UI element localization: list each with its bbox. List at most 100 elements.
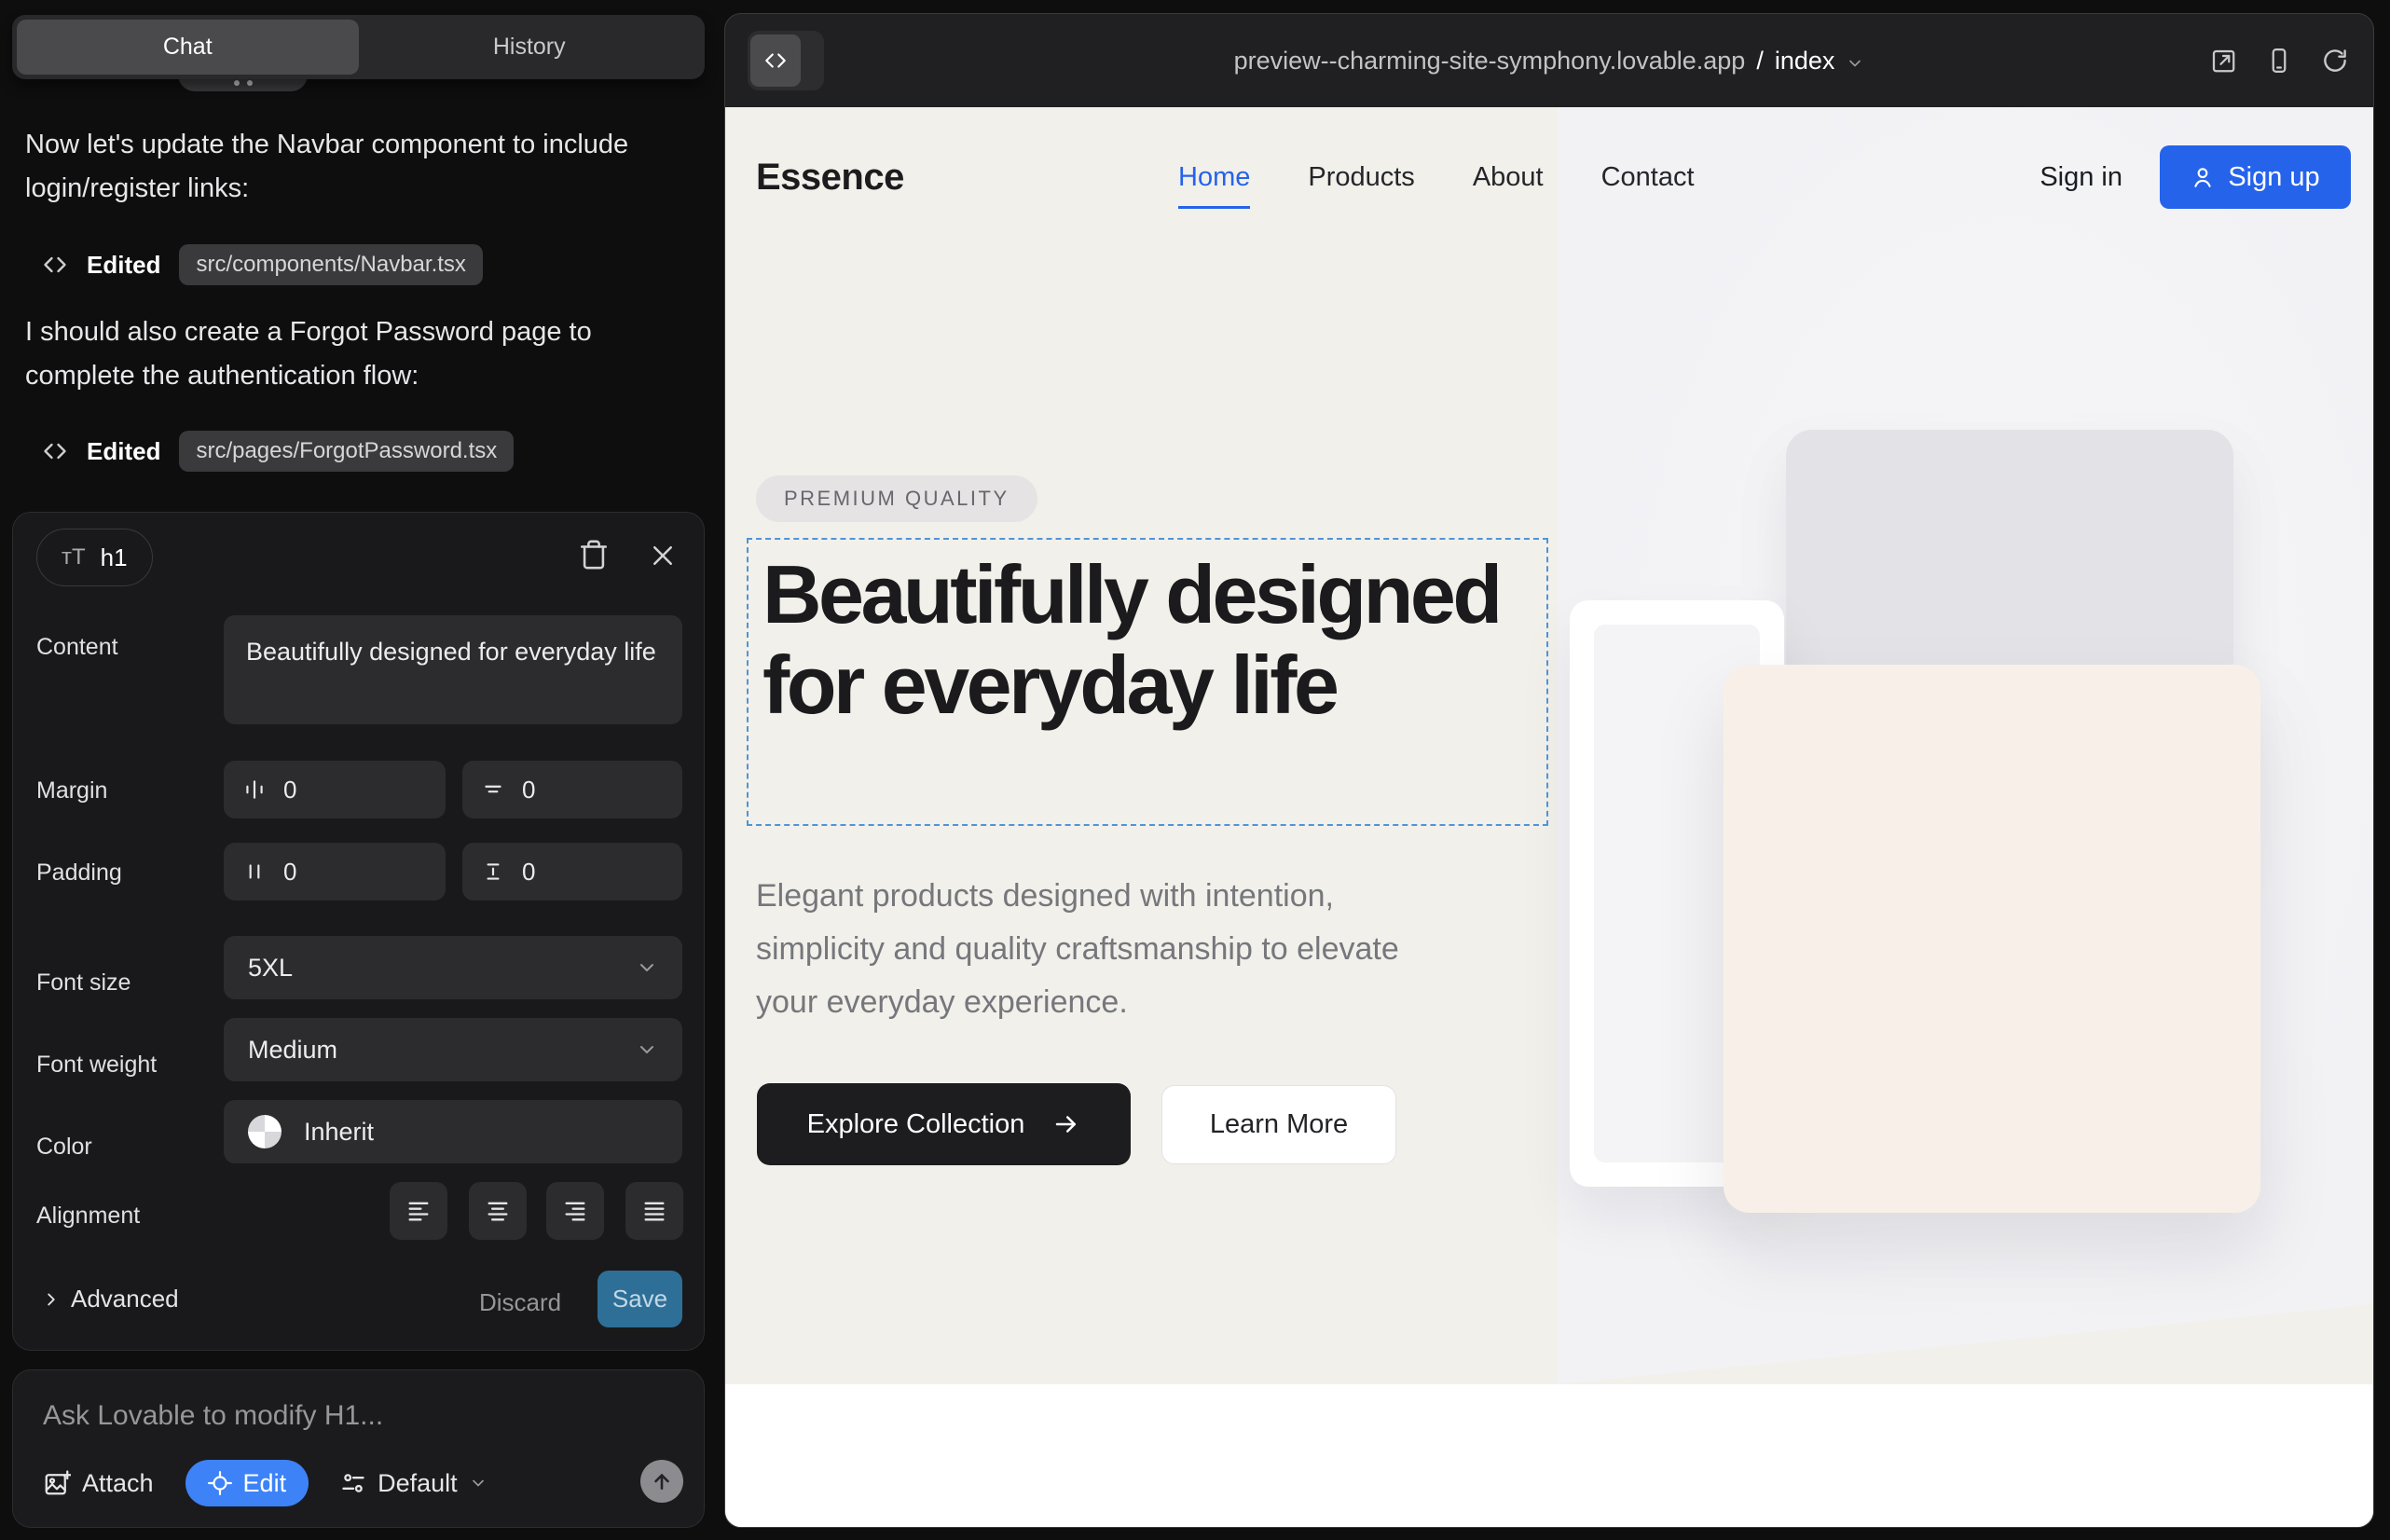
color-label: Color <box>36 1134 92 1161</box>
padding-x-input[interactable] <box>283 858 377 887</box>
nav-link-contact[interactable]: Contact <box>1601 162 1695 193</box>
selection-outline: Beautifully designed for everyday life <box>747 538 1548 826</box>
margin-vertical-icon <box>481 777 505 802</box>
element-editor-panel: тT h1 Content Beautifully designed for e… <box>12 512 705 1351</box>
preview-panel: preview--charming-site-symphony.lovable.… <box>724 13 2374 1528</box>
edit-label: Edit <box>243 1469 287 1498</box>
learn-more-button[interactable]: Learn More <box>1161 1085 1396 1164</box>
chevron-down-icon <box>636 956 658 979</box>
model-label: Default <box>378 1469 458 1498</box>
hero-paragraph: Elegant products designed with intention… <box>756 870 1464 1029</box>
content-input[interactable]: Beautifully designed for everyday life <box>224 615 682 724</box>
alignment-label: Alignment <box>36 1203 140 1230</box>
edited-file-row: Edited src/pages/ForgotPassword.tsx <box>42 431 514 472</box>
site-auth: Sign in Sign up <box>2040 107 2351 247</box>
font-size-select[interactable]: 5XL <box>224 936 682 999</box>
tab-history[interactable]: History <box>359 20 701 75</box>
target-icon <box>208 1471 232 1495</box>
arrow-right-icon <box>1052 1110 1080 1138</box>
explore-collection-label: Explore Collection <box>807 1109 1025 1140</box>
chat-sidebar: Chat History Now let's update the Navbar… <box>0 0 724 1540</box>
hero-badge: PREMIUM QUALITY <box>756 475 1037 522</box>
file-pill[interactable]: src/components/Navbar.tsx <box>179 244 482 285</box>
align-right-button[interactable] <box>546 1182 604 1240</box>
padding-label: Padding <box>36 859 122 887</box>
chevron-down-icon <box>1846 54 1864 73</box>
code-icon <box>42 252 68 278</box>
margin-y-field[interactable] <box>462 761 682 818</box>
margin-x-input[interactable] <box>283 776 377 804</box>
element-tag-label: h1 <box>101 543 128 572</box>
padding-y-input[interactable] <box>522 858 615 887</box>
explore-collection-button[interactable]: Explore Collection <box>757 1083 1131 1165</box>
advanced-label: Advanced <box>71 1285 179 1313</box>
send-button[interactable] <box>640 1460 683 1503</box>
chat-input[interactable] <box>43 1393 658 1439</box>
edited-file-row: Edited src/components/Navbar.tsx <box>42 244 483 285</box>
sidebar-tabs: Chat History <box>12 15 705 79</box>
nav-link-home[interactable]: Home <box>1178 162 1250 209</box>
url-bar[interactable]: preview--charming-site-symphony.lovable.… <box>725 14 2373 107</box>
site-nav-links: Home Products About Contact <box>1178 107 1695 247</box>
chat-message: Now let's update the Navbar component to… <box>25 123 678 211</box>
site-canvas: Essence Home Products About Contact Sign… <box>725 107 2374 1528</box>
selected-element-chip: тT h1 <box>36 529 153 586</box>
url-page: index <box>1775 47 1835 76</box>
align-left-button[interactable] <box>390 1182 447 1240</box>
chevron-down-icon <box>636 1038 658 1061</box>
close-icon[interactable] <box>649 542 677 570</box>
chat-message: I should also create a Forgot Password p… <box>25 310 678 398</box>
margin-horizontal-icon <box>242 777 267 802</box>
code-icon <box>42 438 68 464</box>
font-weight-select[interactable]: Medium <box>224 1018 682 1081</box>
hero-heading[interactable]: Beautifully designed for everyday life <box>749 540 1546 730</box>
model-selector[interactable]: Default <box>340 1469 488 1498</box>
sign-up-label: Sign up <box>2228 162 2319 193</box>
nav-link-products[interactable]: Products <box>1308 162 1414 193</box>
align-center-button[interactable] <box>469 1182 527 1240</box>
align-justify-button[interactable] <box>625 1182 683 1240</box>
mobile-view-icon[interactable] <box>2265 47 2293 75</box>
advanced-toggle[interactable]: Advanced <box>41 1285 179 1313</box>
edited-label: Edited <box>87 437 160 466</box>
chevron-down-icon <box>469 1474 488 1492</box>
padding-x-field[interactable] <box>224 843 446 901</box>
margin-y-input[interactable] <box>522 776 615 804</box>
save-button[interactable]: Save <box>598 1271 682 1327</box>
margin-x-field[interactable] <box>224 761 446 818</box>
preview-url: preview--charming-site-symphony.lovable.… <box>1234 47 1746 76</box>
file-pill[interactable]: src/pages/ForgotPassword.tsx <box>179 431 514 472</box>
font-size-label: Font size <box>36 969 130 997</box>
color-select[interactable]: Inherit <box>224 1100 682 1163</box>
refresh-icon[interactable] <box>2321 47 2349 75</box>
decor-card-cream <box>1724 665 2260 1213</box>
delete-element-icon[interactable] <box>578 539 610 571</box>
preview-topbar: preview--charming-site-symphony.lovable.… <box>725 14 2373 107</box>
attach-button[interactable]: Attach <box>43 1469 154 1498</box>
sliders-icon <box>340 1470 366 1496</box>
site-logo[interactable]: Essence <box>756 107 904 247</box>
padding-vertical-icon <box>481 859 505 884</box>
text-type-icon: тT <box>62 544 86 571</box>
composer-toolbar: Attach Edit Default <box>43 1460 681 1506</box>
padding-y-field[interactable] <box>462 843 682 901</box>
font-weight-value: Medium <box>248 1036 337 1065</box>
tab-chat[interactable]: Chat <box>17 20 359 75</box>
url-separator: / <box>1756 47 1764 76</box>
app-root: Chat History Now let's update the Navbar… <box>0 0 2390 1540</box>
topbar-actions <box>2209 14 2349 107</box>
edit-mode-button[interactable]: Edit <box>185 1460 309 1506</box>
content-label: Content <box>36 634 118 661</box>
chat-composer: Attach Edit Default <box>12 1369 705 1528</box>
sign-in-link[interactable]: Sign in <box>2040 162 2122 193</box>
site-navbar: Essence Home Products About Contact Sign… <box>725 107 2374 247</box>
nav-link-about[interactable]: About <box>1473 162 1544 193</box>
attach-label: Attach <box>82 1469 154 1498</box>
sign-up-button[interactable]: Sign up <box>2160 145 2351 209</box>
discard-button[interactable]: Discard <box>479 1288 561 1317</box>
open-in-new-icon[interactable] <box>2209 47 2237 75</box>
next-section <box>725 1384 2374 1528</box>
padding-horizontal-icon <box>242 859 267 884</box>
attach-image-icon <box>43 1469 71 1497</box>
font-weight-label: Font weight <box>36 1052 157 1079</box>
